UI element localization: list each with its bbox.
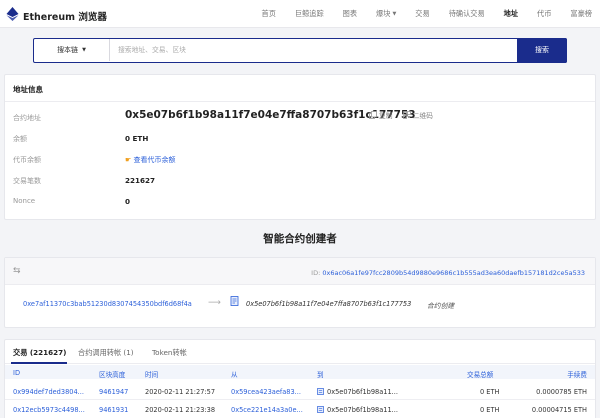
ethereum-logo-icon[interactable] [6, 7, 19, 21]
creator-header: ⇆ ID: 0x6ac06a1fe97fcc2809b54d9880e9686c… [5, 258, 595, 285]
qrcode-button[interactable]: 二维码 [413, 110, 433, 120]
card-title: 地址信息 [13, 85, 43, 94]
tx-amount: 0 ETH [480, 388, 500, 396]
search-bar: 搜本链 ▼ 搜索 [33, 37, 567, 63]
contract-address-label: 合约地址 [13, 114, 41, 122]
block-link[interactable]: 9461947 [99, 388, 128, 396]
creation-tx-id-link[interactable]: 0x6ac06a1fe97fcc2809b54d9880e9686c1b555a… [322, 269, 585, 277]
view-token-balance-link[interactable]: ☛ 查看代币余额 [125, 155, 176, 165]
column-header-id: ID [13, 369, 21, 377]
contract-document-icon [317, 406, 324, 413]
tx-time: 2020-02-11 21:27:57 [145, 388, 216, 396]
tx-count-value: 221627 [125, 176, 156, 185]
search-input[interactable] [112, 39, 516, 61]
tx-fee: 0.00004715 ETH [531, 406, 587, 414]
nav-addresses[interactable]: 地址 [504, 9, 518, 19]
from-address-link[interactable]: 0x5ce221e14a3a0e... [231, 406, 303, 414]
tab-transactions[interactable]: 交易 (221627) [13, 348, 66, 358]
nav-pending-transactions[interactable]: 待确认交易 [449, 9, 485, 19]
active-tab-indicator [11, 362, 67, 364]
qrcode-icon[interactable] [402, 111, 411, 119]
creator-address-link[interactable]: 0xe7af11370c3bab51230d8307454350bdf6d68f… [23, 300, 192, 308]
tx-hash-link[interactable]: 0x994def7ded3804... [13, 388, 84, 396]
from-address-link[interactable]: 0x59cea423aefa83... [231, 388, 301, 396]
nav-links: 首页 巨鲸追踪 图表 爆块 ▼ 交易 待确认交易 地址 代币 富豪榜 [243, 0, 593, 28]
column-header-time: 时间 [145, 371, 159, 379]
tab-token-transfers[interactable]: Token转帐 [152, 348, 187, 358]
column-header-to: 到 [317, 371, 324, 379]
column-header-fee: 手续费 [567, 371, 587, 379]
tx-fee: 0.0000785 ETH [536, 388, 587, 396]
contract-creator-card: ⇆ ID: 0x6ac06a1fe97fcc2809b54d9880e9686c… [4, 257, 596, 328]
copy-icon[interactable] [369, 111, 377, 119]
column-header-amount: 交易总额 [467, 371, 494, 379]
row-divider [5, 399, 595, 400]
top-navbar: Ethereum 浏览器 首页 巨鲸追踪 图表 爆块 ▼ 交易 待确认交易 地址 … [0, 0, 600, 28]
address-info-card: 地址信息 合约地址 0x5e07b6f1b98a11f7e04e7ffa8707… [4, 74, 596, 220]
balance-value: 0 ETH [125, 134, 149, 143]
contract-creation-label: 合约创建 [427, 302, 455, 310]
to-address[interactable]: 0x5e07b6f1b98a11... [317, 406, 398, 414]
nonce-value: 0 [125, 197, 131, 206]
balance-label: 余额 [13, 135, 27, 143]
nav-transactions[interactable]: 交易 [415, 9, 429, 19]
contract-document-icon [230, 296, 239, 306]
swap-arrows-icon: ⇆ [13, 266, 21, 276]
contract-document-icon [317, 388, 324, 395]
nav-tokens[interactable]: 代币 [537, 9, 551, 19]
tx-id-label: ID: [311, 269, 321, 277]
column-header-from: 从 [231, 371, 238, 379]
tx-hash-link[interactable]: 0x12ecb5973c4498... [13, 406, 85, 414]
chain-select-dropdown[interactable]: 搜本链 ▼ [34, 39, 110, 61]
tx-count-label: 交易笔数 [13, 177, 41, 185]
nonce-label: Nonce [13, 197, 36, 205]
brand-title[interactable]: Ethereum 浏览器 [23, 9, 107, 23]
chevron-down-icon: ▼ [392, 11, 397, 17]
tab-contract-internal-transfers[interactable]: 合约调用转帐 (1) [78, 348, 134, 358]
to-address-text: 0x5e07b6f1b98a11... [327, 388, 398, 396]
contract-creator-title: 智能合约创建者 [263, 233, 337, 245]
nav-whale-tracking[interactable]: 巨鲸追踪 [295, 9, 324, 19]
hand-pointer-icon: ☛ [125, 156, 132, 164]
divider [5, 101, 595, 102]
table-header [5, 365, 595, 379]
search-button[interactable]: 搜索 [517, 37, 567, 63]
nav-rich-list[interactable]: 富豪榜 [570, 9, 592, 19]
address-tools: 复制 二维码 [369, 110, 433, 120]
arrow-right-icon: ⟶ [208, 298, 221, 308]
created-contract-address[interactable]: 0x5e07b6f1b98a11f7e04e7ffa8707b63f1c1777… [246, 300, 411, 308]
block-link[interactable]: 9461931 [99, 406, 128, 414]
nav-charts[interactable]: 图表 [343, 9, 357, 19]
chevron-down-icon: ▼ [82, 47, 86, 53]
column-header-block: 区块高度 [99, 371, 126, 379]
nav-home[interactable]: 首页 [262, 9, 276, 19]
copy-button[interactable]: 复制 [379, 110, 393, 120]
view-token-balance-label: 查看代币余额 [133, 156, 176, 164]
token-balance-label: 代币余额 [13, 156, 41, 164]
tx-amount: 0 ETH [480, 406, 500, 414]
transactions-card: 交易 (221627) 合约调用转帐 (1) Token转帐 ID 区块高度 时… [4, 339, 596, 418]
to-address-text: 0x5e07b6f1b98a11... [327, 406, 398, 414]
to-address[interactable]: 0x5e07b6f1b98a11... [317, 388, 398, 396]
transaction-tabs: 交易 (221627) 合约调用转帐 (1) Token转帐 [5, 340, 595, 364]
creation-tx-id: ID: 0x6ac06a1fe97fcc2809b54d9880e9686c1b… [311, 269, 585, 277]
nav-blocks[interactable]: 爆块 ▼ [376, 9, 396, 19]
chain-select-label: 搜本链 [57, 46, 79, 54]
tx-time: 2020-02-11 21:23:38 [145, 406, 216, 414]
